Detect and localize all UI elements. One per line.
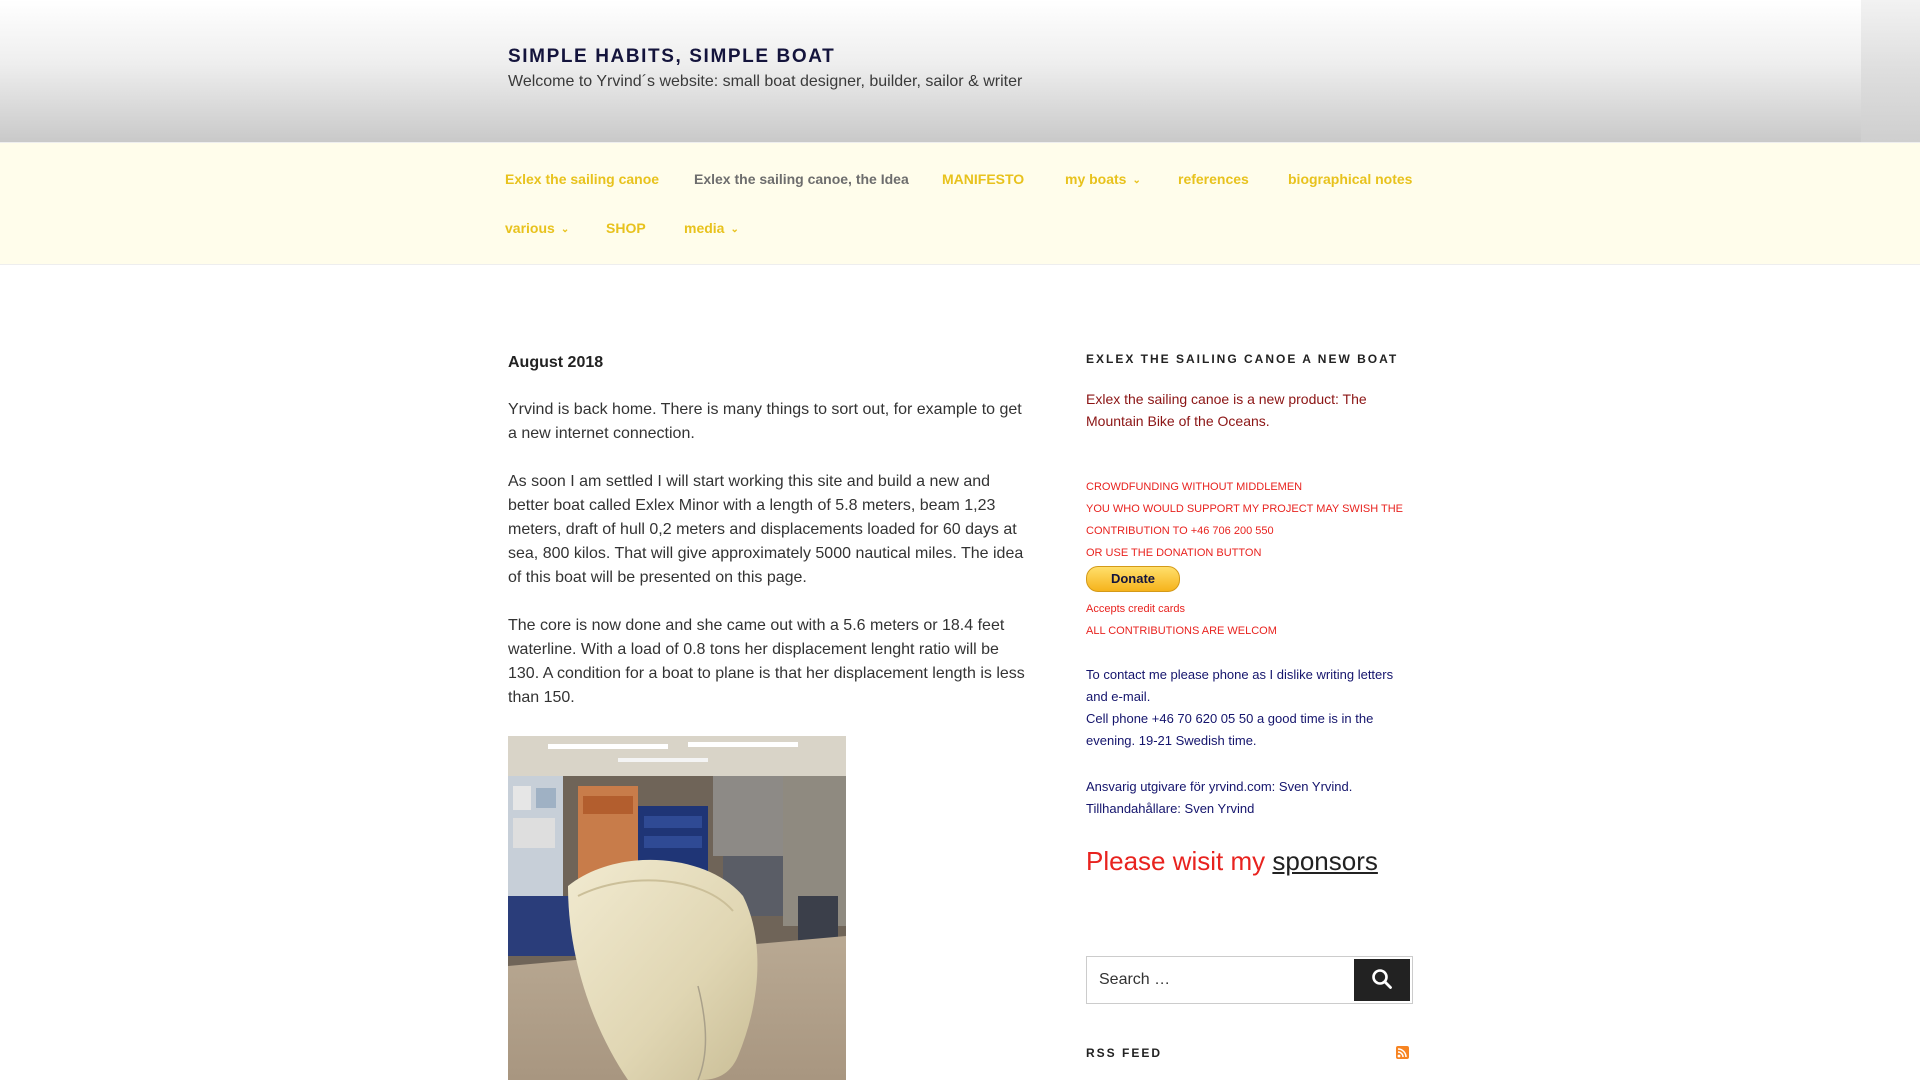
entry-paragraph: The core is now done and she came out wi… <box>508 617 1025 706</box>
search-form <box>1086 956 1413 1004</box>
sponsors-line: Please wisit my sponsors <box>1086 846 1378 877</box>
rss-icon[interactable] <box>1396 1046 1409 1059</box>
widget-title: EXLEX THE SAILING CANOE A NEW BOAT <box>1086 352 1399 366</box>
rss-widget-title: RSS FEED <box>1086 1046 1163 1060</box>
sponsors-prefix: Please wisit my <box>1086 846 1266 876</box>
nav-item-exlex-idea[interactable]: Exlex the sailing canoe, the Idea <box>694 171 909 187</box>
site-description: Welcome to Yrvind´s website: small boat … <box>508 73 1023 90</box>
nav-item-my-boats[interactable]: my boats ⌄ <box>1065 171 1141 187</box>
search-input[interactable] <box>1087 957 1352 1003</box>
entry-date-heading: August 2018 <box>508 354 604 371</box>
site-header: SIMPLE HABITS, SIMPLE BOAT Welcome to Yr… <box>0 0 1920 142</box>
search-icon <box>1372 968 1392 989</box>
contact-text: To contact me please phone as I dislike … <box>1086 667 1394 704</box>
header-edge-strip <box>1861 0 1920 142</box>
chevron-down-icon: ⌄ <box>1132 175 1141 186</box>
chevron-down-icon: ⌄ <box>560 224 570 235</box>
chevron-down-icon: ⌄ <box>730 224 739 235</box>
nav-item-various[interactable]: various ⌄ <box>505 220 569 236</box>
sponsors-link[interactable]: sponsors <box>1272 846 1378 876</box>
nav-item-exlex-sailing-canoe[interactable]: Exlex the sailing canoe <box>505 171 659 187</box>
donate-button[interactable]: Donate <box>1086 566 1180 592</box>
nav-item-media[interactable]: media ⌄ <box>684 220 739 236</box>
contributions-welcome-text: ALL CONTRIBUTIONS ARE WELCOM <box>1086 625 1277 637</box>
entry-paragraph: Yrvind is back home. There is many thing… <box>508 401 1022 442</box>
nav-item-manifesto[interactable]: MANIFESTO <box>942 171 1024 187</box>
publisher-text: Ansvarig utgivare för yrvind.com: Sven Y… <box>1086 779 1353 794</box>
nav-item-shop[interactable]: SHOP <box>606 220 646 236</box>
boat-hull-photo[interactable] <box>508 736 846 1080</box>
search-button[interactable] <box>1354 959 1410 1001</box>
main-navigation: Exlex the sailing canoe Exlex the sailin… <box>0 142 1920 265</box>
crowdfunding-line: CONTRIBUTION TO +46 706 200 550 <box>1086 525 1274 537</box>
provider-text: Tillhandahållare: Sven Yrvind <box>1086 801 1255 816</box>
crowdfunding-line: YOU WHO WOULD SUPPORT MY PROJECT MAY SWI… <box>1086 503 1404 515</box>
crowdfunding-line: CROWDFUNDING WITHOUT MIDDLEMEN <box>1086 481 1303 493</box>
phone-text: Cell phone +46 70 620 05 50 a good time … <box>1086 711 1374 748</box>
sidebar-intro: Exlex the sailing canoe is a new product… <box>1086 391 1367 429</box>
nav-item-references[interactable]: references <box>1178 171 1249 187</box>
entry-paragraph: As soon I am settled I will start workin… <box>508 473 1024 586</box>
accepts-credit-cards-text: Accepts credit cards <box>1086 603 1186 615</box>
crowdfunding-line: OR USE THE DONATION BUTTON <box>1086 547 1262 559</box>
nav-item-biographical-notes[interactable]: biographical notes <box>1288 171 1412 187</box>
site-title[interactable]: SIMPLE HABITS, SIMPLE BOAT <box>508 46 835 68</box>
